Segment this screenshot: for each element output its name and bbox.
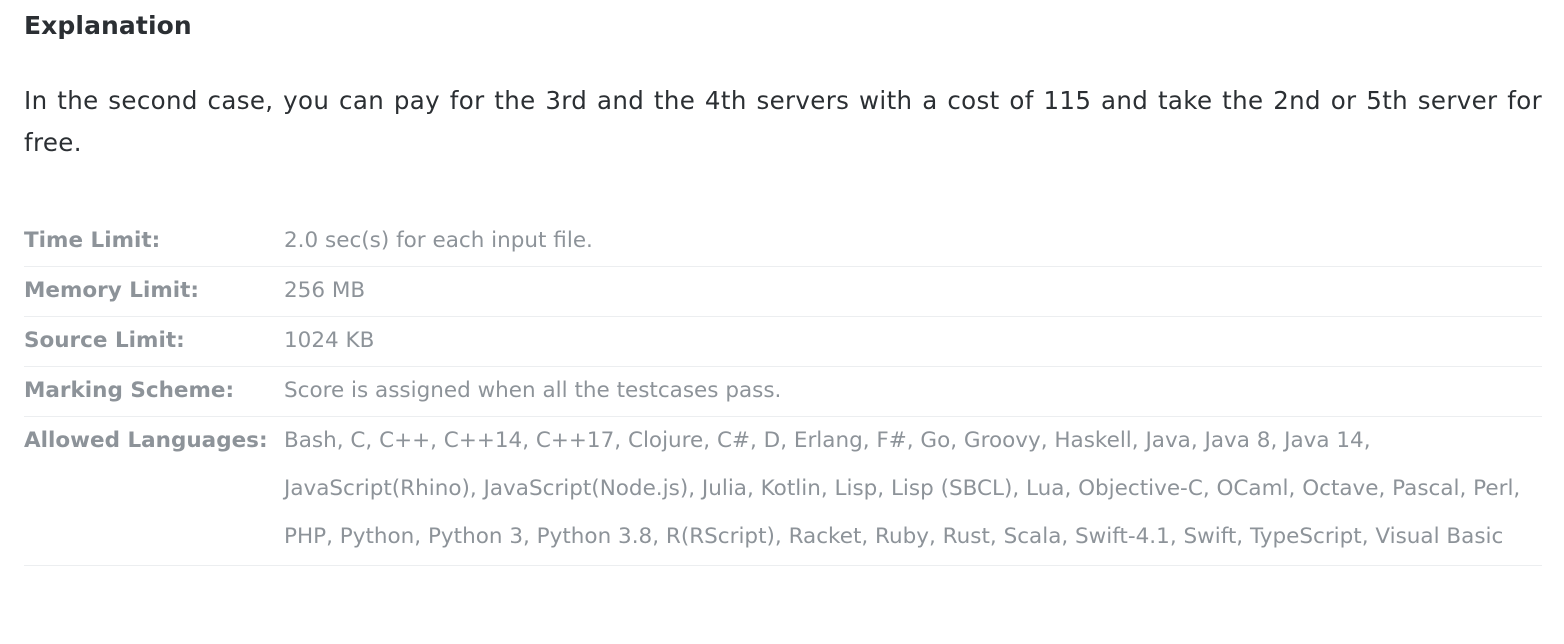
time-limit-value: 2.0 sec(s) for each input file. — [284, 228, 593, 253]
limits-table: Time Limit: 2.0 sec(s) for each input fi… — [24, 217, 1542, 566]
allowed-languages-value: Bash, C, C++, C++14, C++17, Clojure, C#,… — [284, 428, 1521, 549]
explanation-text: In the second case, you can pay for the … — [24, 86, 1542, 157]
problem-content: Explanation In the second case, you can … — [24, 0, 1542, 566]
memory-limit-label: Memory Limit: — [24, 278, 199, 303]
time-limit-row: Time Limit: 2.0 sec(s) for each input fi… — [24, 217, 1542, 267]
explanation-heading: Explanation — [24, 11, 192, 40]
time-limit-label: Time Limit: — [24, 228, 161, 253]
allowed-languages-label: Allowed Languages: — [24, 428, 268, 453]
marking-scheme-row: Marking Scheme: Score is assigned when a… — [24, 367, 1542, 417]
marking-scheme-label: Marking Scheme: — [24, 378, 235, 403]
memory-limit-value: 256 MB — [284, 278, 366, 303]
allowed-languages-row: Allowed Languages: Bash, C, C++, C++14, … — [24, 417, 1542, 566]
source-limit-value: 1024 KB — [284, 328, 375, 353]
source-limit-row: Source Limit: 1024 KB — [24, 317, 1542, 367]
source-limit-label: Source Limit: — [24, 328, 185, 353]
memory-limit-row: Memory Limit: 256 MB — [24, 267, 1542, 317]
marking-scheme-value: Score is assigned when all the testcases… — [284, 378, 782, 403]
